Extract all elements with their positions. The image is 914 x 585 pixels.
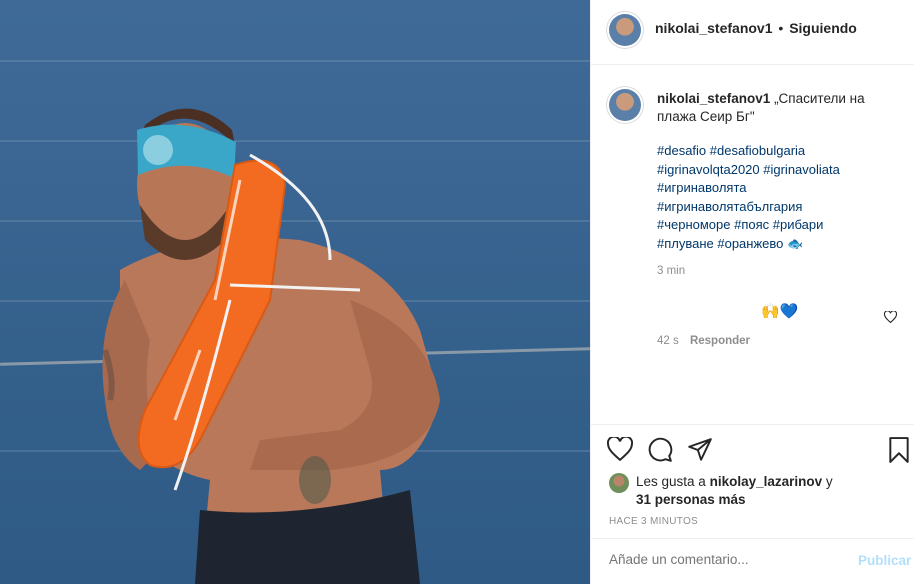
comment-like-heart-icon[interactable] xyxy=(884,311,897,323)
follow-status-button[interactable]: Siguiendo xyxy=(789,20,857,36)
caption-text: nikolai_stefanov1 „Спасители на плажа Се… xyxy=(657,90,897,126)
likes-count[interactable]: 31 personas más xyxy=(636,492,746,507)
hashtag-list: #desafio #desafiobulgaria #igrinavolqta2… xyxy=(657,142,877,253)
publish-button[interactable]: Publicar xyxy=(858,553,911,568)
likes-prefix: Les gusta a xyxy=(636,474,706,489)
hashtag-line[interactable]: #черноморе #пояс #рибари xyxy=(657,216,877,235)
post-time: HACE 3 MINUTOS xyxy=(609,516,699,527)
caption-line2: плажа Сеир Бг" xyxy=(657,109,755,124)
lifeguard-photo xyxy=(102,108,440,584)
post-header: nikolai_stefanov1 • Siguiendo xyxy=(591,0,914,65)
comment-input[interactable] xyxy=(607,551,831,568)
reply-button[interactable]: Responder xyxy=(690,335,750,347)
hashtag-line[interactable]: #igrinavolqta2020 #igrinavoliata xyxy=(657,161,877,180)
post-side-panel: nikolai_stefanov1 • Siguiendo nikolai_st… xyxy=(590,0,914,584)
comment-bar: Publicar xyxy=(591,538,914,585)
share-plane-icon[interactable] xyxy=(687,437,713,463)
hashtag-line[interactable]: #плуване #оранжево 🐟 xyxy=(657,235,877,254)
caption-username[interactable]: nikolai_stefanov1 xyxy=(657,91,770,106)
avatar[interactable] xyxy=(609,14,641,46)
caption-line1: „Спасители на xyxy=(774,91,865,106)
comment-text: 🙌💙 xyxy=(761,303,799,320)
caption-time: 3 min xyxy=(657,265,686,277)
comment-time: 42 s xyxy=(657,335,679,347)
like-heart-icon[interactable] xyxy=(607,437,633,461)
liker-avatar[interactable] xyxy=(609,473,629,493)
hashtag-line[interactable]: #игринаволятабългария xyxy=(657,198,877,217)
post-photo[interactable] xyxy=(0,0,590,584)
likes-summary: Les gusta a nikolay_lazarinov y 31 perso… xyxy=(636,473,896,509)
comment-bubble-icon[interactable] xyxy=(647,437,673,463)
header-separator: • xyxy=(778,20,784,36)
header-user: nikolai_stefanov1 • Siguiendo xyxy=(655,20,857,36)
hashtag-line[interactable]: #игринаволята xyxy=(657,179,877,198)
hashtag-line[interactable]: #desafio #desafiobulgaria xyxy=(657,142,877,161)
likes-and: y xyxy=(825,474,833,489)
caption-avatar[interactable] xyxy=(609,89,641,121)
liker-username[interactable]: nikolay_lazarinov xyxy=(710,474,823,489)
comment-meta: 42 s Responder xyxy=(657,335,750,347)
save-bookmark-icon[interactable] xyxy=(888,437,910,463)
header-username[interactable]: nikolai_stefanov1 xyxy=(655,20,773,36)
